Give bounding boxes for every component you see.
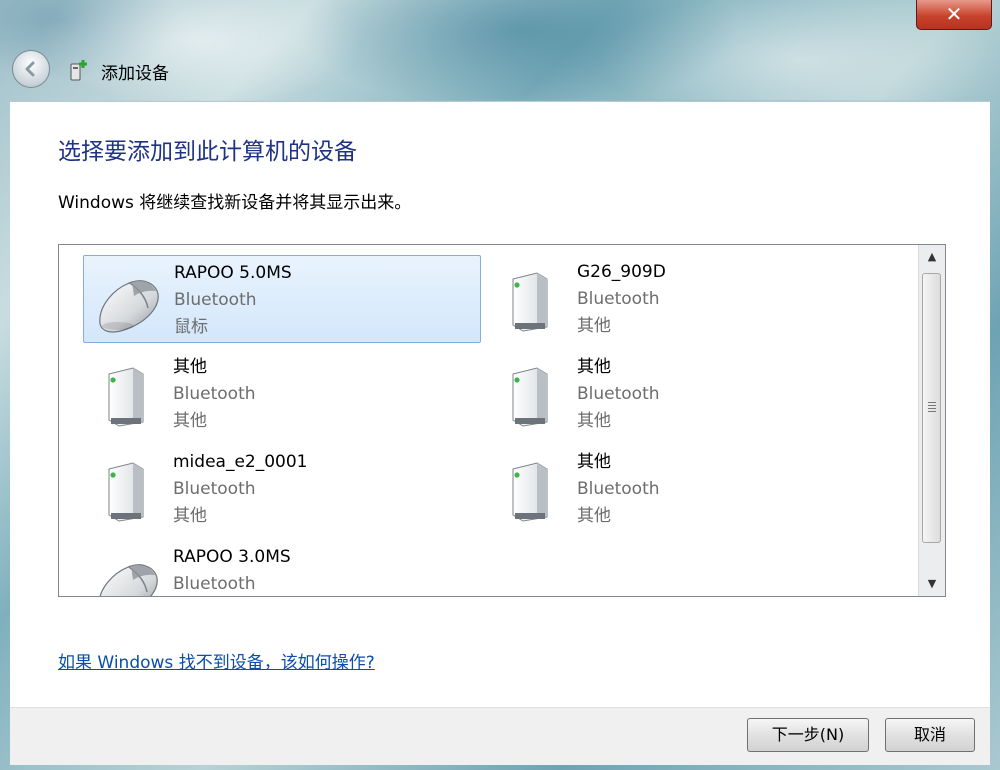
add-device-icon xyxy=(70,60,87,81)
device-tile[interactable]: RAPOO 5.0MS Bluetooth 鼠标 xyxy=(83,255,481,343)
mouse-icon xyxy=(94,266,166,336)
scrollbar-grip-icon xyxy=(928,402,936,412)
cancel-button[interactable]: 取消 xyxy=(885,718,975,752)
device-name: 其他 xyxy=(173,357,207,377)
device-tile[interactable]: G26_909D Bluetooth 其他 xyxy=(487,255,885,343)
device-name: midea_e2_0001 xyxy=(173,452,308,472)
next-button[interactable]: 下一步(N) xyxy=(747,718,869,752)
scroll-down-arrow-icon[interactable]: ▼ xyxy=(923,574,941,594)
page-heading: 选择要添加到此计算机的设备 xyxy=(58,139,357,165)
vertical-scrollbar[interactable]: ▲ ▼ xyxy=(918,245,945,596)
device-category: 其他 xyxy=(173,411,207,431)
button-bar: 下一步(N) 取消 xyxy=(10,707,990,765)
help-link[interactable]: 如果 Windows 找不到设备，该如何操作? xyxy=(58,648,375,673)
device-type: Bluetooth xyxy=(577,479,660,499)
device-type: Bluetooth xyxy=(173,479,256,499)
device-name: RAPOO 5.0MS xyxy=(174,263,292,283)
aero-title-background xyxy=(0,0,1000,100)
device-type: Bluetooth xyxy=(173,384,256,404)
device-category: 其他 xyxy=(577,506,611,526)
device-tile[interactable]: 其他 Bluetooth 其他 xyxy=(83,350,481,438)
generic-device-icon xyxy=(93,455,165,525)
device-tile[interactable]: 其他 Bluetooth 其他 xyxy=(487,350,885,438)
device-category: 其他 xyxy=(577,316,611,336)
device-tile[interactable]: midea_e2_0001 Bluetooth 其他 xyxy=(83,445,481,533)
content-area: 选择要添加到此计算机的设备 Windows 将继续查找新设备并将其显示出来。 R… xyxy=(10,101,990,708)
device-list[interactable]: RAPOO 5.0MS Bluetooth 鼠标 G26_909D Bluetooth 其… xyxy=(58,244,946,597)
device-type: Bluetooth xyxy=(577,289,660,309)
generic-device-icon xyxy=(497,360,569,430)
back-button[interactable] xyxy=(12,50,50,88)
device-type: Bluetooth xyxy=(174,290,257,310)
generic-device-icon xyxy=(497,265,569,335)
generic-device-icon xyxy=(497,455,569,525)
device-name: RAPOO 3.0MS xyxy=(173,547,291,567)
device-type: Bluetooth xyxy=(577,384,660,404)
device-name: G26_909D xyxy=(577,262,666,282)
device-name: 其他 xyxy=(577,357,611,377)
scroll-up-arrow-icon[interactable]: ▲ xyxy=(923,247,941,267)
device-type: Bluetooth xyxy=(173,574,256,594)
device-category: 其他 xyxy=(173,506,207,526)
device-name: 其他 xyxy=(577,452,611,472)
device-tile[interactable]: 其他 Bluetooth 其他 xyxy=(487,445,885,533)
mouse-icon xyxy=(93,550,165,596)
window-title: 添加设备 xyxy=(101,64,169,84)
back-arrow-icon xyxy=(25,61,35,77)
close-button[interactable]: ✕ xyxy=(916,0,992,30)
device-tile[interactable]: RAPOO 3.0MS Bluetooth xyxy=(83,540,481,596)
generic-device-icon xyxy=(93,360,165,430)
scrollbar-thumb[interactable] xyxy=(922,273,941,543)
device-category: 鼠标 xyxy=(174,317,208,337)
instruction-text: Windows 将继续查找新设备并将其显示出来。 xyxy=(58,193,412,213)
device-category: 其他 xyxy=(577,411,611,431)
